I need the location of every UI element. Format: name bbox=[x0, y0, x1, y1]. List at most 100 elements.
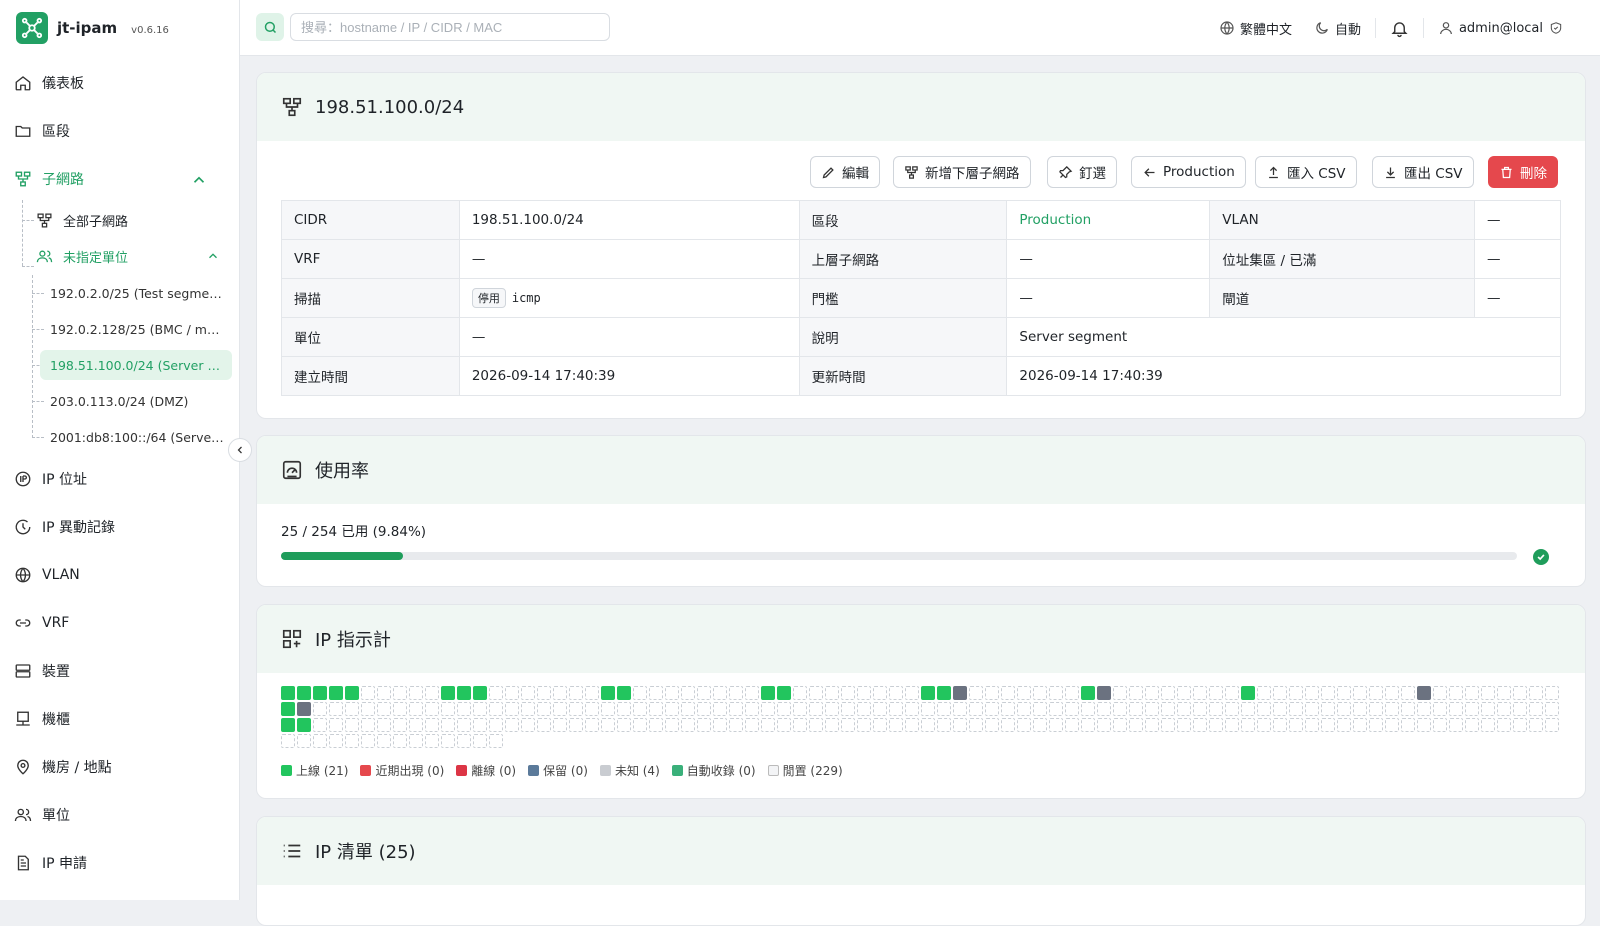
ip-cell-free[interactable] bbox=[1337, 686, 1351, 700]
ip-cell-free[interactable] bbox=[857, 686, 871, 700]
ip-cell-free[interactable] bbox=[297, 734, 311, 748]
ip-cell-free[interactable] bbox=[777, 702, 791, 716]
ip-cell-free[interactable] bbox=[1209, 702, 1223, 716]
ip-cell-free[interactable] bbox=[1049, 686, 1063, 700]
nav-locations[interactable]: 機房 / 地點 bbox=[0, 749, 240, 785]
ip-cell-free[interactable] bbox=[1401, 686, 1415, 700]
chevron-up-icon[interactable] bbox=[206, 249, 220, 263]
ip-cell-free[interactable] bbox=[313, 718, 327, 732]
ip-cell-free[interactable] bbox=[1145, 718, 1159, 732]
ip-cell-free[interactable] bbox=[457, 702, 471, 716]
ip-cell-free[interactable] bbox=[873, 686, 887, 700]
ip-cell-free[interactable] bbox=[937, 702, 951, 716]
ip-cell-free[interactable] bbox=[1449, 718, 1463, 732]
sidebar-collapse-button[interactable] bbox=[228, 438, 252, 462]
ip-cell-free[interactable] bbox=[537, 718, 551, 732]
ip-cell-free[interactable] bbox=[985, 702, 999, 716]
ip-cell-free[interactable] bbox=[953, 718, 967, 732]
nav-vrf[interactable]: VRF bbox=[0, 605, 240, 641]
ip-cell-free[interactable] bbox=[1001, 702, 1015, 716]
ip-cell-free[interactable] bbox=[1017, 702, 1031, 716]
ip-cell-free[interactable] bbox=[1385, 718, 1399, 732]
ip-cell-free[interactable] bbox=[1481, 702, 1495, 716]
ip-cell-free[interactable] bbox=[969, 702, 983, 716]
ip-cell-free[interactable] bbox=[1529, 702, 1543, 716]
ip-cell-free[interactable] bbox=[1065, 718, 1079, 732]
ip-cell-free[interactable] bbox=[1289, 702, 1303, 716]
ip-cell-free[interactable] bbox=[425, 734, 439, 748]
ip-cell-free[interactable] bbox=[329, 734, 343, 748]
ip-cell-free[interactable] bbox=[281, 734, 295, 748]
ip-cell-free[interactable] bbox=[665, 702, 679, 716]
ip-cell-reserved[interactable] bbox=[1417, 686, 1431, 700]
ip-cell-free[interactable] bbox=[569, 718, 583, 732]
subnet-tree-item[interactable]: 203.0.113.0/24 (DMZ) bbox=[40, 386, 232, 416]
ip-cell-free[interactable] bbox=[1161, 686, 1175, 700]
ip-cell-free[interactable] bbox=[569, 702, 583, 716]
ip-cell-free[interactable] bbox=[1001, 718, 1015, 732]
ip-cell-free[interactable] bbox=[1209, 686, 1223, 700]
ip-cell-free[interactable] bbox=[409, 734, 423, 748]
ip-cell-free[interactable] bbox=[1449, 702, 1463, 716]
ip-cell-reserved[interactable] bbox=[297, 702, 311, 716]
ip-cell-free[interactable] bbox=[1353, 702, 1367, 716]
ip-cell-free[interactable] bbox=[1481, 686, 1495, 700]
ip-cell-free[interactable] bbox=[841, 702, 855, 716]
ip-cell-online[interactable] bbox=[441, 686, 455, 700]
ip-cell-free[interactable] bbox=[489, 718, 503, 732]
nav-dashboard[interactable]: 儀表板 bbox=[0, 65, 240, 101]
ip-cell-free[interactable] bbox=[1129, 686, 1143, 700]
ip-cell-free[interactable] bbox=[1193, 686, 1207, 700]
ip-cell-free[interactable] bbox=[1049, 702, 1063, 716]
ip-cell-free[interactable] bbox=[809, 718, 823, 732]
ip-cell-free[interactable] bbox=[1241, 702, 1255, 716]
ip-cell-free[interactable] bbox=[1321, 718, 1335, 732]
ip-cell-free[interactable] bbox=[377, 734, 391, 748]
ip-cell-free[interactable] bbox=[377, 718, 391, 732]
ip-cell-free[interactable] bbox=[601, 718, 615, 732]
ip-cell-free[interactable] bbox=[665, 686, 679, 700]
ip-cell-free[interactable] bbox=[1353, 686, 1367, 700]
ip-cell-online[interactable] bbox=[297, 686, 311, 700]
ip-cell-free[interactable] bbox=[1545, 718, 1559, 732]
ip-cell-free[interactable] bbox=[425, 702, 439, 716]
ip-cell-free[interactable] bbox=[633, 718, 647, 732]
ip-cell-free[interactable] bbox=[1401, 702, 1415, 716]
ip-cell-free[interactable] bbox=[1129, 702, 1143, 716]
ip-cell-free[interactable] bbox=[825, 686, 839, 700]
ip-cell-free[interactable] bbox=[825, 702, 839, 716]
notifications-button[interactable] bbox=[1390, 19, 1409, 38]
ip-cell-free[interactable] bbox=[473, 718, 487, 732]
ip-cell-free[interactable] bbox=[521, 702, 535, 716]
add-child-subnet-button[interactable]: 新增下層子網路 bbox=[893, 156, 1031, 188]
delete-button[interactable]: 刪除 bbox=[1488, 156, 1558, 188]
nav-ip-addresses[interactable]: IP 位址 bbox=[0, 461, 240, 497]
ip-cell-free[interactable] bbox=[1113, 686, 1127, 700]
ip-cell-free[interactable] bbox=[761, 718, 775, 732]
ip-cell-online[interactable] bbox=[313, 686, 327, 700]
ip-cell-free[interactable] bbox=[1433, 718, 1447, 732]
ip-cell-free[interactable] bbox=[1193, 702, 1207, 716]
ip-cell-free[interactable] bbox=[633, 686, 647, 700]
ip-cell-free[interactable] bbox=[441, 718, 455, 732]
ip-cell-free[interactable] bbox=[1113, 718, 1127, 732]
ip-cell-free[interactable] bbox=[1113, 702, 1127, 716]
ip-cell-online[interactable] bbox=[297, 718, 311, 732]
ip-cell-free[interactable] bbox=[745, 702, 759, 716]
language-switcher[interactable]: 繁體中文 bbox=[1219, 19, 1292, 38]
ip-cell-free[interactable] bbox=[1289, 718, 1303, 732]
ip-cell-free[interactable] bbox=[345, 718, 359, 732]
ip-cell-free[interactable] bbox=[857, 702, 871, 716]
ip-cell-free[interactable] bbox=[537, 686, 551, 700]
ip-cell-free[interactable] bbox=[953, 702, 967, 716]
ip-cell-free[interactable] bbox=[1273, 718, 1287, 732]
ip-cell-free[interactable] bbox=[985, 686, 999, 700]
ip-cell-reserved[interactable] bbox=[953, 686, 967, 700]
ip-cell-free[interactable] bbox=[1369, 702, 1383, 716]
ip-cell-free[interactable] bbox=[713, 702, 727, 716]
ip-cell-free[interactable] bbox=[1209, 718, 1223, 732]
ip-cell-free[interactable] bbox=[889, 718, 903, 732]
ip-cell-free[interactable] bbox=[585, 702, 599, 716]
ip-cell-free[interactable] bbox=[841, 686, 855, 700]
ip-cell-online[interactable] bbox=[937, 686, 951, 700]
